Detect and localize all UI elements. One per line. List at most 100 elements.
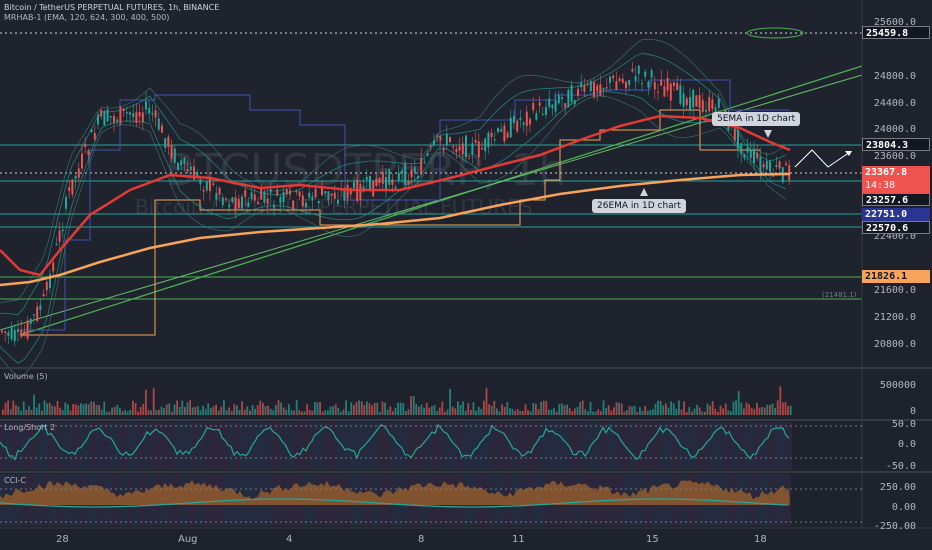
volume-bar [303, 411, 306, 415]
ls-band [204, 422, 210, 470]
volume-bar [204, 408, 207, 415]
volume-bar [347, 411, 350, 415]
volume-bar [186, 402, 189, 415]
longshort-pane-label[interactable]: Long/Short 2 [4, 423, 55, 432]
volume-bar [100, 409, 103, 415]
volume-bar [280, 402, 282, 415]
volume-bar [524, 404, 527, 415]
volume-bar [449, 388, 451, 415]
volume-bar [678, 400, 680, 415]
volume-bar [748, 404, 750, 415]
ls-band [312, 422, 318, 470]
volume-bar [470, 410, 472, 415]
volume-bar [576, 407, 579, 415]
volume-bar [64, 402, 67, 415]
volume-bar [516, 409, 519, 415]
cci-pane-label[interactable]: CCI-C [4, 476, 26, 485]
volume-bar [540, 401, 542, 415]
volume-bar [327, 410, 329, 415]
volume-bar [238, 410, 241, 415]
ls-band [84, 422, 90, 470]
volume-bar [490, 405, 493, 415]
volume-bar [207, 403, 210, 415]
volume-bar [467, 403, 470, 415]
volume-bar [163, 407, 165, 415]
ls-band [240, 422, 246, 470]
volume-bar [503, 407, 506, 415]
volume-bar [134, 403, 137, 415]
volume-bar [535, 403, 537, 415]
volume-bar [371, 405, 373, 415]
volume-bar [275, 404, 277, 415]
volume-bar [379, 411, 381, 415]
volume-bar [472, 402, 475, 415]
longshort-axis-label: -50.0 [885, 461, 916, 472]
volume-bar [155, 410, 158, 415]
volume-bar [789, 405, 792, 415]
price-axis-label: 24400.0 [873, 98, 916, 109]
volume-bar [766, 404, 769, 415]
volume-bar [25, 409, 28, 415]
volume-bar [420, 404, 423, 415]
volume-bar [119, 407, 121, 415]
volume-bar [667, 407, 670, 415]
price-chart-canvas[interactable]: BTCUSDTPERP, 1h Bitcoin / TetherUS PERPE… [0, 0, 932, 550]
volume-bar [69, 410, 72, 415]
volume-bar [301, 411, 303, 415]
volume-bar [665, 403, 667, 415]
volume-bar [264, 406, 267, 415]
level-tag-22570: 22570.6 [862, 221, 930, 234]
level-note-21481: (21481.1) [822, 291, 857, 299]
volume-bar [423, 407, 425, 415]
volume-bar [680, 409, 683, 415]
volume-bar [381, 401, 384, 415]
volume-bar [405, 411, 407, 415]
price-axis-label: 21600.0 [873, 285, 916, 296]
volume-bar [602, 400, 605, 415]
chart-title[interactable]: Bitcoin / TetherUS PERPETUAL FUTURES, 1h… [4, 3, 219, 12]
volume-bar [483, 400, 485, 415]
volume-bar [701, 411, 704, 415]
ls-band [558, 422, 564, 470]
volume-bar [147, 409, 150, 415]
volume-bar [184, 406, 186, 415]
volume-pane-label[interactable]: Volume (5) [4, 372, 48, 381]
ls-band [378, 422, 384, 470]
ls-band [402, 422, 408, 470]
volume-bar [35, 407, 38, 415]
volume-bar [633, 405, 636, 415]
volume-bar [111, 407, 113, 415]
volume-bar [444, 411, 446, 415]
indicator-legend[interactable]: MRHAB-1 (EMA, 120, 624, 300, 400, 500) [4, 13, 169, 22]
volume-bar [428, 407, 431, 415]
volume-bar [652, 409, 654, 415]
ls-band [198, 422, 204, 470]
ls-band [528, 422, 534, 470]
volume-bar [215, 404, 217, 415]
ls-band [276, 422, 282, 470]
cci-axis-label: -250.00 [873, 521, 916, 532]
volume-bar [501, 404, 503, 415]
volume-bar [527, 410, 529, 415]
volume-bar [38, 403, 41, 415]
volume-bar [771, 403, 774, 415]
volume-bar [711, 401, 714, 415]
volume-bar [324, 410, 327, 415]
volume-bar [691, 411, 693, 415]
volume-bar [116, 404, 119, 415]
volume-bar [418, 406, 420, 415]
volume-bar [197, 405, 199, 415]
ls-band [174, 422, 180, 470]
ls-band [300, 422, 306, 470]
ls-band [102, 422, 108, 470]
volume-bar [290, 410, 293, 415]
volume-bar [12, 400, 15, 415]
volume-bar [30, 409, 33, 415]
volume-bar [605, 408, 607, 415]
volume-bar [251, 405, 254, 415]
volume-bar [103, 401, 106, 415]
volume-bar [363, 405, 366, 415]
volume-bar [267, 405, 269, 415]
volume-bar [293, 410, 295, 415]
volume-bar [737, 390, 740, 415]
